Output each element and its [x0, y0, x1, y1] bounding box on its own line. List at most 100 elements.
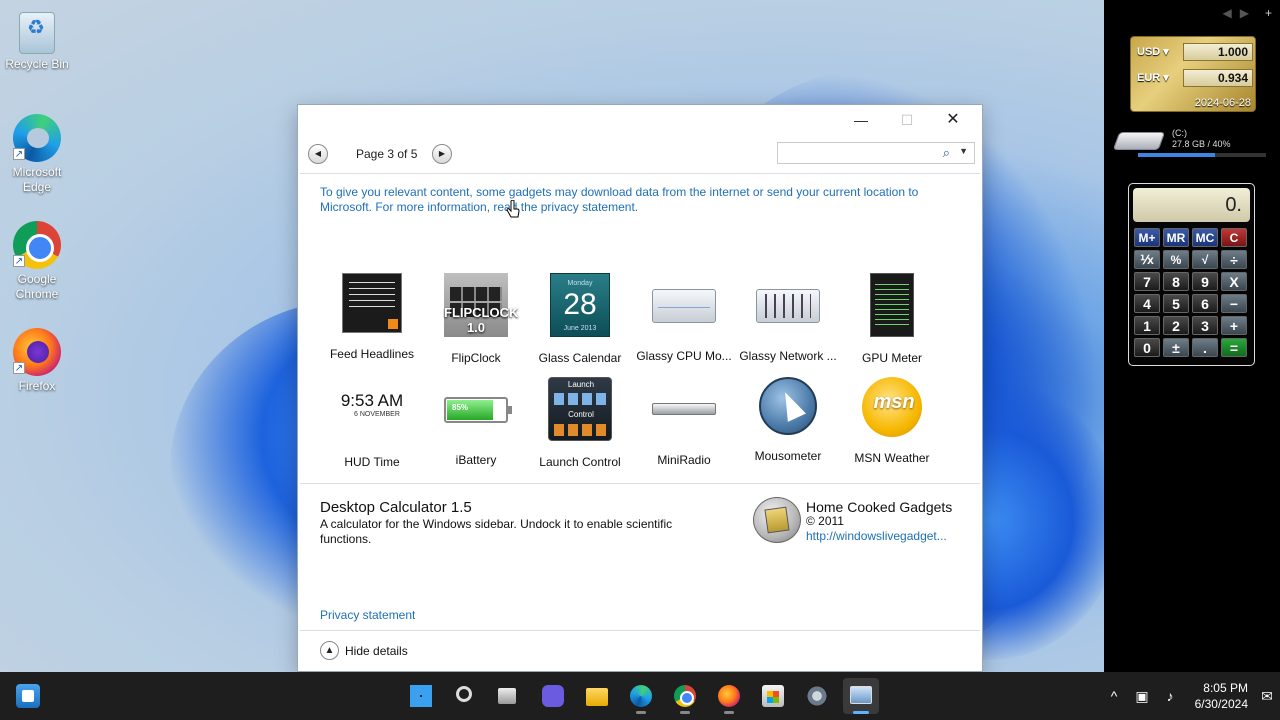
calculator-gadget[interactable]: 0. M+ MR MC C ⅟x% √ ÷ 7 8 9 X 4 5 6− 1 2 3 +0 ±. =	[1128, 183, 1255, 366]
calculator-key[interactable]: ÷	[1221, 250, 1247, 269]
gadget-tile[interactable]: GPU Meter	[840, 271, 944, 375]
taskbar-apps	[403, 678, 879, 714]
sidebar-prev-button[interactable]: ◀	[1223, 6, 1232, 20]
publisher-link[interactable]: http://windowslivegadget...	[806, 529, 966, 543]
flipclock-icon: FLIPCLOCK 1.0	[444, 273, 518, 337]
minimize-button[interactable]: —	[838, 105, 884, 135]
calculator-key[interactable]: 9	[1192, 272, 1218, 291]
calculator-key[interactable]: MC	[1192, 228, 1218, 247]
calculator-key[interactable]: 6	[1192, 294, 1218, 313]
start-button[interactable]	[403, 678, 439, 714]
chrome-icon	[674, 685, 696, 707]
search-input[interactable]	[778, 143, 928, 163]
firefox-icon	[718, 685, 740, 707]
currency-gadget[interactable]: USD ▾ 1.000 EUR ▾ 0.934 2024-06-28	[1130, 36, 1256, 112]
launch-icons	[554, 424, 608, 436]
calculator-key[interactable]: MR	[1163, 228, 1189, 247]
gadget-grid: Feed Headlines FLIPCLOCK 1.0 FlipClock M…	[320, 271, 960, 479]
calculator-key[interactable]: 3	[1192, 316, 1218, 335]
desktop-icon-recycle-bin[interactable]: Recycle Bin	[4, 8, 70, 72]
search-icon[interactable]: ⌕	[943, 145, 950, 161]
gadget-tile[interactable]: 9:53 AM 6 NOVEMBER HUD Time	[320, 375, 424, 479]
gadget-tile[interactable]: Feed Headlines	[320, 271, 424, 375]
next-page-button[interactable]: ▶	[432, 144, 452, 164]
calculator-key[interactable]: 4	[1134, 294, 1160, 313]
firefox-taskbar-button[interactable]	[711, 678, 747, 714]
taskbar-search-button[interactable]	[447, 678, 483, 714]
desktop-icon-edge[interactable]: ↗ Microsoft Edge	[4, 114, 70, 195]
calculator-key[interactable]: X	[1221, 272, 1247, 291]
shortcut-arrow-icon: ↗	[13, 255, 25, 267]
calculator-key[interactable]: %	[1163, 250, 1189, 269]
currency-code[interactable]: EUR ▾	[1137, 71, 1169, 84]
gadgets-icon	[850, 686, 872, 704]
sidebar-add-gadget-button[interactable]: +	[1265, 6, 1272, 20]
mousometer-icon	[759, 377, 817, 435]
currency-row[interactable]: EUR ▾ 0.934	[1137, 69, 1253, 87]
calculator-key[interactable]: 0	[1134, 338, 1160, 357]
gadget-tile[interactable]: Glassy CPU Mo...	[632, 271, 736, 375]
calculator-key[interactable]: ⅟x	[1134, 250, 1160, 269]
privacy-notice[interactable]: To give you relevant content, some gadge…	[320, 185, 940, 215]
calculator-key[interactable]: 7	[1134, 272, 1160, 291]
file-explorer-button[interactable]	[579, 678, 615, 714]
clock[interactable]: 8:05 PM 6/30/2024	[1184, 680, 1254, 712]
calculator-key[interactable]: +	[1221, 316, 1247, 335]
gadget-sidebar: ◀ ▶ + USD ▾ 1.000 EUR ▾ 0.934 2024-06-28…	[1104, 0, 1280, 672]
drive-meter-gadget[interactable]: (C:) 27.8 GB / 40%	[1112, 126, 1270, 164]
calculator-key[interactable]: M+	[1134, 228, 1160, 247]
gadgets-taskbar-button[interactable]	[843, 678, 879, 714]
desktop-icon-firefox[interactable]: ↗ Firefox	[4, 328, 70, 394]
calendar-month-year: June 2013	[563, 325, 597, 332]
search-box[interactable]: ⌕ ▼	[777, 142, 975, 164]
gadget-tile[interactable]: 85% iBattery	[424, 375, 528, 479]
sidebar-next-button[interactable]: ▶	[1240, 6, 1249, 20]
show-hidden-icons-button[interactable]: ^	[1100, 688, 1128, 704]
msn-logo-text: msn	[873, 391, 915, 413]
edge-taskbar-button[interactable]	[623, 678, 659, 714]
calculator-key[interactable]: 1	[1134, 316, 1160, 335]
gadget-tile[interactable]: msn MSN Weather	[840, 375, 944, 479]
gadget-tile[interactable]: FLIPCLOCK 1.0 FlipClock	[424, 271, 528, 375]
gadget-tile[interactable]: MiniRadio	[632, 375, 736, 479]
privacy-statement-link[interactable]: Privacy statement	[320, 608, 415, 622]
calculator-key[interactable]: √	[1192, 250, 1218, 269]
drive-usage-bar	[1138, 153, 1266, 157]
calculator-key[interactable]: C	[1221, 228, 1247, 247]
previous-page-button[interactable]: ◀	[308, 144, 328, 164]
gadget-tile[interactable]: Mousometer	[736, 375, 840, 479]
gadget-tile[interactable]: Glassy Network ...	[736, 271, 840, 375]
calculator-key[interactable]: 5	[1163, 294, 1189, 313]
calculator-key[interactable]: −	[1221, 294, 1247, 313]
desktop-icon-label: Microsoft Edge	[12, 165, 62, 194]
calculator-key[interactable]: ±	[1163, 338, 1189, 357]
currency-value[interactable]: 0.934	[1183, 69, 1253, 87]
calculator-key[interactable]: 8	[1163, 272, 1189, 291]
hide-details-button[interactable]: ▲ Hide details	[320, 641, 408, 660]
chat-button[interactable]	[535, 678, 571, 714]
task-view-button[interactable]	[491, 678, 527, 714]
currency-row[interactable]: USD ▾ 1.000	[1137, 43, 1253, 61]
close-button[interactable]: ✕	[930, 105, 976, 135]
settings-taskbar-button[interactable]	[799, 678, 835, 714]
calendar-weekday: Monday	[567, 280, 593, 287]
network-icon[interactable]: ▣	[1128, 688, 1156, 705]
currency-code[interactable]: USD ▾	[1137, 45, 1169, 58]
desktop-icon-chrome[interactable]: ↗ Google Chrome	[4, 221, 70, 302]
chrome-taskbar-button[interactable]	[667, 678, 703, 714]
gadget-tile[interactable]: Launch Control Launch Control	[528, 375, 632, 479]
gadget-tile[interactable]: Monday 28 June 2013 Glass Calendar	[528, 271, 632, 375]
volume-icon[interactable]: ♪	[1156, 688, 1184, 704]
store-button[interactable]	[755, 678, 791, 714]
notifications-icon[interactable]: ✉	[1254, 688, 1280, 705]
currency-value[interactable]: 1.000	[1183, 43, 1253, 61]
chevron-down-icon[interactable]: ▼	[959, 146, 968, 156]
maximize-button[interactable]: ☐	[884, 105, 930, 135]
divider	[300, 173, 980, 174]
folder-icon	[586, 688, 608, 706]
calculator-key[interactable]: 2	[1163, 316, 1189, 335]
calculator-key[interactable]: =	[1221, 338, 1247, 357]
widgets-button[interactable]	[16, 684, 40, 708]
gadget-label: MSN Weather	[854, 451, 930, 465]
calculator-key[interactable]: .	[1192, 338, 1218, 357]
